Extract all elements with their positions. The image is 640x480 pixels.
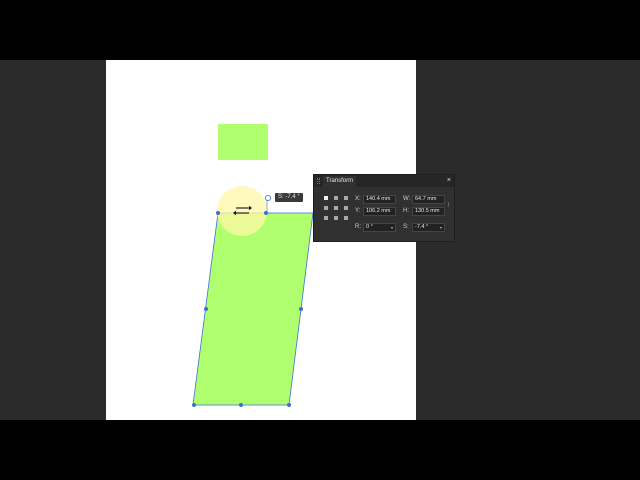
transform-panel: Transform × X: 140.4 mm W: 64.7 mm ⌇ Y: … <box>313 174 455 242</box>
skew-tooltip: S: -7.4 ° <box>275 193 303 202</box>
anchor-top-right[interactable] <box>344 196 348 200</box>
rotation-value: 0 ° <box>366 224 373 230</box>
chevron-down-icon[interactable]: ▾ <box>440 224 442 231</box>
anchor-selector[interactable] <box>324 196 348 220</box>
selection-handle-bottom-left[interactable] <box>192 403 196 407</box>
green-rectangle[interactable] <box>218 124 268 160</box>
close-icon[interactable]: × <box>447 176 451 186</box>
anchor-top-left[interactable] <box>324 196 328 200</box>
selection-handle-bottom-middle[interactable] <box>239 403 243 407</box>
shear-value: -7.4 ° <box>415 224 429 230</box>
s-label: S: <box>403 224 409 230</box>
x-field[interactable]: 140.4 mm <box>363 195 396 204</box>
selection-handle-middle-left[interactable] <box>204 307 208 311</box>
selection-handle-top-middle[interactable] <box>264 211 268 215</box>
shear-field[interactable]: -7.4 ° ▾ <box>412 223 445 232</box>
grip-icon[interactable] <box>317 178 320 184</box>
selection-handle-top-left[interactable] <box>216 211 220 215</box>
w-label: W: <box>403 196 411 202</box>
h-field[interactable]: 130.5 mm <box>412 207 445 216</box>
x-label: X: <box>355 196 361 202</box>
w-field[interactable]: 64.7 mm <box>412 195 445 204</box>
selection-handle-bottom-right[interactable] <box>287 403 291 407</box>
h-label: H: <box>403 208 409 214</box>
rotation-field[interactable]: 0 ° ▾ <box>363 223 396 232</box>
y-label: Y: <box>355 208 361 214</box>
selection-handle-middle-right[interactable] <box>299 307 303 311</box>
rotation-handle[interactable] <box>264 194 271 201</box>
anchor-bottom-center[interactable] <box>334 216 338 220</box>
tab-transform[interactable]: Transform <box>323 176 357 187</box>
anchor-bottom-right[interactable] <box>344 216 348 220</box>
link-icon[interactable]: ⌇ <box>447 201 451 211</box>
anchor-middle-right[interactable] <box>344 206 348 210</box>
r-label: R: <box>355 224 361 230</box>
y-field[interactable]: 106.2 mm <box>363 207 396 216</box>
anchor-bottom-left[interactable] <box>324 216 328 220</box>
anchor-top-center[interactable] <box>334 196 338 200</box>
anchor-center[interactable] <box>334 206 338 210</box>
anchor-middle-left[interactable] <box>324 206 328 210</box>
chevron-down-icon[interactable]: ▾ <box>391 224 393 231</box>
panel-header[interactable]: Transform × <box>314 175 454 187</box>
click-highlight <box>217 186 267 236</box>
skewed-green-shape[interactable] <box>192 212 314 406</box>
